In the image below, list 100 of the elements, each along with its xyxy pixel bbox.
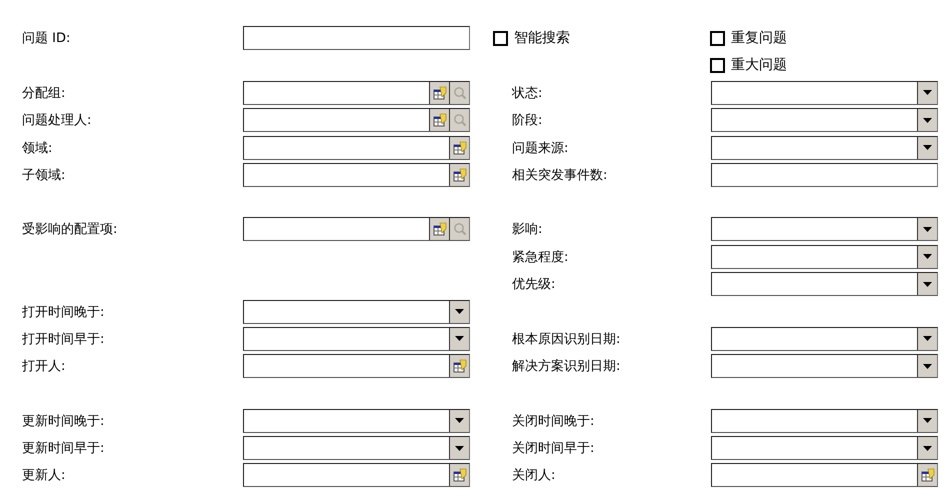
caret-icon [455, 418, 464, 424]
search-icon [452, 113, 466, 128]
field-label: 相关突发事件数: [511, 166, 608, 184]
field-label: 打开人: [22, 358, 66, 376]
field-label: 紧急程度: [511, 248, 568, 266]
table-icon [432, 113, 446, 128]
field-label: 受影响的配置项: [22, 221, 118, 238]
lookup-field[interactable] [711, 463, 938, 488]
table-icon [432, 86, 446, 100]
dropdown-field[interactable] [243, 408, 470, 433]
table-icon [452, 140, 466, 155]
caret-icon [455, 336, 464, 342]
lookup-field[interactable] [243, 217, 470, 242]
field-label: 状态: [510, 84, 542, 102]
caret-icon [923, 118, 932, 123]
field-label: 打开时间晚于: [22, 304, 104, 321]
dropdown-button[interactable] [449, 328, 469, 350]
dropdown-button[interactable] [917, 218, 937, 240]
dropdown-field[interactable] [711, 108, 938, 132]
field-label: 解决方案识别日期: [511, 358, 620, 376]
lookup-field[interactable] [243, 108, 470, 132]
dropdown-button[interactable] [917, 355, 937, 378]
input-field[interactable] [711, 162, 938, 187]
caret-icon [923, 254, 932, 260]
dropdown-button[interactable] [917, 109, 937, 132]
checkbox[interactable] [493, 30, 508, 46]
dropdown-button[interactable] [917, 410, 937, 432]
lookup-button[interactable] [449, 464, 469, 486]
caret-icon [923, 364, 932, 369]
lookup-button[interactable] [449, 355, 469, 378]
field-label: 优先级: [511, 276, 556, 294]
field-label: 更新时间晚于: [22, 412, 104, 430]
caret-icon [923, 336, 932, 342]
lookup-button[interactable] [449, 136, 469, 159]
caret-icon [923, 90, 932, 96]
lookup-field[interactable] [243, 463, 470, 488]
dropdown-field[interactable] [711, 217, 938, 242]
dropdown-field[interactable] [711, 80, 938, 105]
dropdown-button[interactable] [917, 82, 937, 104]
lookup-button[interactable] [449, 164, 469, 186]
table-icon [432, 222, 446, 236]
caret-icon [923, 145, 932, 150]
field-label: 关闭时间晚于: [511, 412, 594, 430]
caret-icon [455, 309, 464, 314]
caret-icon [923, 282, 932, 287]
dropdown-field[interactable] [243, 326, 470, 351]
field-label: 更新时间早于: [22, 440, 104, 458]
field-label: 子领域: [22, 166, 66, 184]
dropdown-button[interactable] [917, 437, 937, 460]
dropdown-field[interactable] [711, 408, 938, 433]
field-label: 更新人: [22, 467, 66, 484]
dropdown-button[interactable] [917, 328, 937, 350]
table-icon [452, 168, 466, 182]
field-label: 领域: [22, 140, 52, 157]
search-icon [452, 222, 466, 236]
dropdown-field[interactable] [711, 326, 938, 351]
field-label: 根本原因识别日期: [511, 330, 620, 348]
checkbox-label: 重大问题 [731, 56, 787, 74]
dropdown-button[interactable] [917, 246, 937, 268]
lookup-field[interactable] [243, 80, 470, 105]
checkbox-label: 重复问题 [731, 29, 787, 47]
field-label: 影响: [511, 221, 542, 238]
field-label: 问题来源: [511, 140, 568, 157]
dropdown-button[interactable] [449, 410, 469, 432]
table-icon [920, 468, 934, 482]
checkbox[interactable] [710, 58, 725, 73]
table-icon [452, 359, 466, 374]
dropdown-field[interactable] [243, 436, 470, 460]
lookup-button[interactable] [917, 464, 937, 486]
caret-icon [455, 446, 464, 451]
lookup-field[interactable] [243, 354, 470, 378]
checkbox-label: 智能搜索 [514, 29, 570, 47]
lookup-field[interactable] [243, 136, 470, 160]
dropdown-field[interactable] [243, 300, 470, 324]
field-label: 问题处理人: [22, 112, 92, 130]
input-field[interactable] [243, 26, 470, 50]
lookup-button[interactable] [429, 82, 449, 104]
checkbox[interactable] [710, 30, 725, 46]
field-label: 关闭时间早于: [511, 440, 594, 458]
dropdown-button[interactable] [449, 437, 469, 460]
caret-icon [923, 418, 932, 424]
lookup-button[interactable] [429, 109, 449, 132]
dropdown-button[interactable] [449, 300, 469, 323]
dropdown-field[interactable] [711, 244, 938, 269]
dropdown-button[interactable] [917, 136, 937, 159]
dropdown-field[interactable] [711, 354, 938, 378]
table-icon [452, 468, 466, 482]
field-label: 打开时间早于: [22, 330, 104, 348]
search-icon [452, 86, 466, 100]
caret-icon [923, 446, 932, 451]
lookup-field[interactable] [243, 162, 470, 187]
dropdown-button[interactable] [917, 273, 937, 296]
dropdown-field[interactable] [711, 436, 938, 460]
lookup-button[interactable] [429, 218, 449, 240]
field-label: 问题 ID: [22, 30, 70, 47]
field-label: 阶段: [511, 112, 542, 130]
field-label: 分配组: [22, 84, 66, 102]
dropdown-field[interactable] [711, 136, 938, 160]
dropdown-field[interactable] [711, 272, 938, 296]
field-label: 关闭人: [511, 467, 556, 484]
